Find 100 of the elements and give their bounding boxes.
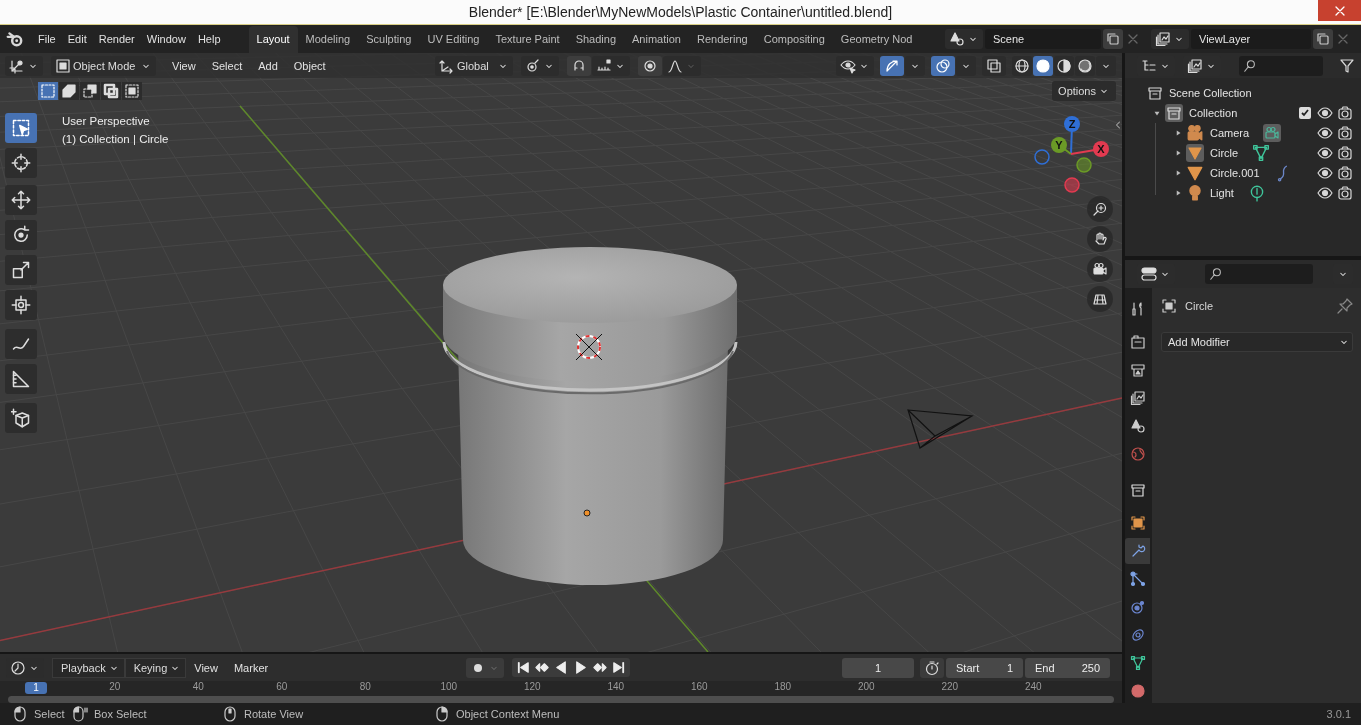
menu-item[interactable]: Marker [225,661,277,674]
movie-camera-icon[interactable] [1186,124,1204,142]
record-button[interactable] [466,657,504,678]
orientation-dropdown[interactable]: Global [435,55,513,76]
axis-dot[interactable] [1034,149,1050,165]
proportional-toggle[interactable] [638,55,662,76]
play-reverse-icon[interactable] [554,660,569,675]
play-icon[interactable] [573,660,588,675]
eye-icon[interactable] [1317,165,1333,181]
jump-start-icon[interactable] [516,660,531,675]
axis-handle[interactable] [1093,141,1109,157]
axis-handle[interactable] [1064,116,1080,132]
select-mode-button[interactable] [101,82,121,100]
add-modifier-dropdown[interactable]: Add Modifier [1161,332,1353,352]
workspace-tab[interactable]: Shading [567,26,625,53]
grid-button[interactable] [1087,286,1113,312]
eye-icon[interactable] [1317,145,1333,161]
editor-type-button[interactable] [5,55,43,76]
axis-handle[interactable] [1051,137,1067,153]
tool-button[interactable] [5,329,37,359]
visibility-dropdown[interactable] [836,55,874,76]
menu-dropdown[interactable]: Keying [124,657,187,678]
camera-render-icon[interactable] [1337,165,1353,181]
gizmo-dropdown[interactable] [905,55,925,76]
axis-dot[interactable] [1076,157,1092,173]
pivot-dropdown[interactable] [521,55,559,76]
tool-button[interactable] [5,403,37,433]
tool-button[interactable] [5,290,37,320]
tool-button[interactable] [5,113,37,143]
end-frame-field[interactable]: End 250 [1025,657,1110,678]
search-field[interactable] [1205,264,1313,284]
menu-item[interactable]: Help [191,33,227,45]
scene-field[interactable]: Scene [985,29,1101,49]
overlay-toggle[interactable] [931,55,955,76]
bulb-icon[interactable] [1186,184,1204,202]
outliner-item-name[interactable]: Light [1210,187,1234,199]
shading-button[interactable] [1054,55,1074,76]
outliner-item-name[interactable]: Scene Collection [1169,87,1252,99]
scrollbar[interactable] [8,696,1114,703]
jump-end-icon[interactable] [611,660,626,675]
falloff-dropdown[interactable] [663,55,701,76]
tool-button[interactable] [5,255,37,285]
search-field[interactable] [1239,55,1323,76]
shading-button[interactable] [1075,55,1095,76]
options-dropdown[interactable]: Options [1052,81,1116,101]
zoom-button[interactable] [1087,196,1113,222]
menu-item[interactable]: Render [92,33,141,45]
xray-toggle[interactable] [982,55,1006,76]
filter-icon[interactable] [1339,57,1355,74]
view-layer-type-button[interactable] [1151,29,1189,49]
triangle-icon[interactable] [1186,144,1204,162]
menu-item[interactable]: Edit [61,33,93,45]
previous-keyframe-icon[interactable] [535,660,550,675]
copy-icon[interactable] [1105,31,1121,47]
next-keyframe-icon[interactable] [592,660,607,675]
outliner-item-name[interactable]: Circle.001 [1210,167,1260,179]
tool-button[interactable] [5,220,37,250]
camera-data-icon[interactable] [1263,124,1282,142]
workspace-tab[interactable]: Compositing [755,26,833,53]
collection-box-icon[interactable] [1165,104,1183,122]
workspace-tab[interactable]: UV Editing [419,26,488,53]
triangle-icon[interactable] [1186,164,1204,182]
snap-dropdown[interactable] [592,55,630,76]
hand-button[interactable] [1087,226,1113,252]
menu-item[interactable]: Select [203,59,251,72]
workspace-tab[interactable]: Animation [624,26,689,53]
stopwatch-button[interactable] [920,657,944,678]
mode-dropdown[interactable]: Object Mode [51,55,156,76]
select-mode-button[interactable] [80,82,100,100]
frame-field[interactable]: 1 [842,657,914,678]
workspace-tab[interactable]: Layout [248,26,298,53]
shading-dropdown[interactable] [1096,55,1116,76]
tool-button[interactable] [5,364,37,394]
eye-icon[interactable] [1317,125,1333,141]
tool-button[interactable] [5,148,37,178]
workspace-tab[interactable]: Geometry Nod [832,26,921,53]
overlay-dropdown[interactable] [956,55,976,76]
playhead[interactable]: 1 [25,682,47,694]
view-layer-field[interactable]: ViewLayer [1191,29,1311,49]
menu-item[interactable]: Window [140,33,192,45]
workspace-tab[interactable]: Rendering [688,26,756,53]
snap-toggle[interactable] [567,55,591,76]
outliner-item-name[interactable]: Camera [1210,127,1250,139]
workspace-tab[interactable]: Sculpting [358,26,420,53]
eye-icon[interactable] [1317,105,1333,121]
outliner-item-name[interactable]: Collection [1189,107,1238,119]
vertex-triangle-icon[interactable] [1252,144,1271,162]
outliner-item-name[interactable]: Circle [1210,147,1239,159]
axis-dot[interactable] [1064,177,1080,193]
start-frame-field[interactable]: Start 1 [946,657,1023,678]
eye-icon[interactable] [1317,185,1333,201]
workspace-tab[interactable]: Texture Paint [487,26,568,53]
camera-render-icon[interactable] [1337,145,1353,161]
menu-item[interactable]: Add [250,59,286,72]
checkbox[interactable] [1299,107,1311,119]
workspace-tab[interactable]: Modeling [297,26,359,53]
pin-icon[interactable] [1337,298,1353,314]
app-logo-icon[interactable] [6,30,24,48]
menu-item[interactable]: File [32,33,62,45]
copy-icon[interactable] [1315,31,1331,47]
